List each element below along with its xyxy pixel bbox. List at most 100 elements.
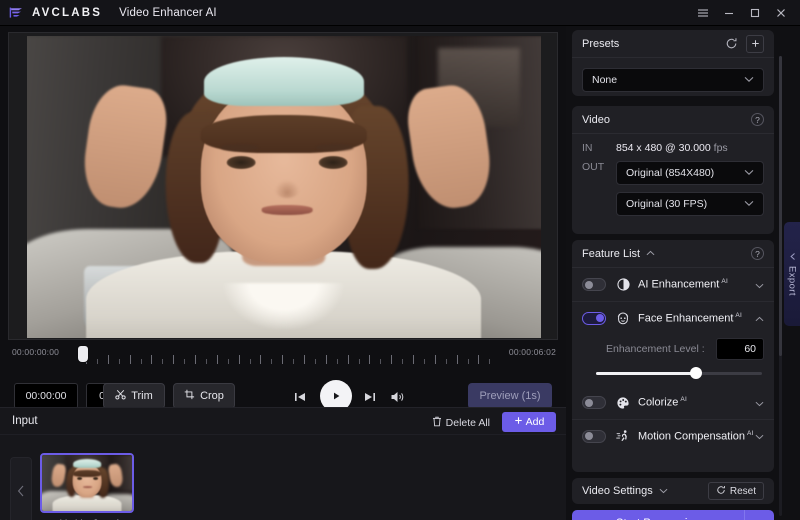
ruler-tick xyxy=(456,355,458,364)
video-in-label: IN xyxy=(582,142,593,154)
ruler-tick xyxy=(216,355,218,364)
input-panel-title: Input xyxy=(12,415,38,427)
output-framerate-value: Original (30 FPS) xyxy=(626,198,708,210)
ruler-tick xyxy=(238,355,240,364)
minimize-icon[interactable] xyxy=(716,0,742,26)
help-icon[interactable]: ? xyxy=(751,247,764,260)
chevron-down-icon[interactable] xyxy=(755,394,764,412)
list-item[interactable]: old-video2.mp4 xyxy=(40,453,134,520)
sidebar-scrollbar[interactable] xyxy=(779,56,782,516)
export-tab[interactable]: Export xyxy=(784,222,800,326)
preset-select[interactable]: None xyxy=(582,68,764,92)
preset-selected-value: None xyxy=(592,74,618,86)
hamburger-menu-icon[interactable] xyxy=(690,0,716,26)
video-thumbnail[interactable] xyxy=(40,453,134,513)
volume-icon[interactable] xyxy=(389,389,407,405)
feature-label: Motion Compensation AI xyxy=(638,430,754,443)
palette-icon xyxy=(616,396,630,410)
feature-row-colorize[interactable]: Colorize AI xyxy=(572,386,774,419)
scrollbar-thumb[interactable] xyxy=(779,56,782,356)
ai-badge: AI xyxy=(747,429,754,437)
ruler-tick xyxy=(489,359,491,364)
start-processing-bar[interactable]: Start Processing xyxy=(572,510,774,520)
timeline[interactable]: 00:00:00:00 00:00:06:02 xyxy=(8,344,558,366)
timecode-field[interactable]: 00:00:00 xyxy=(14,383,78,409)
feature-name-text: Colorize xyxy=(638,396,679,409)
video-preview-stage[interactable] xyxy=(8,32,558,340)
ruler-tick xyxy=(336,359,338,364)
chevron-down-icon xyxy=(744,167,754,179)
reset-button[interactable]: Reset xyxy=(707,482,764,500)
chevron-up-icon[interactable] xyxy=(646,249,655,258)
slider-fill xyxy=(596,372,696,375)
feature-name-text: Motion Compensation xyxy=(638,430,746,443)
toggle-colorize[interactable] xyxy=(582,396,606,409)
add-button[interactable]: Add xyxy=(502,412,556,432)
maximize-icon[interactable] xyxy=(742,0,768,26)
skip-next-icon[interactable] xyxy=(362,389,378,405)
toggle-face-enhancement[interactable] xyxy=(582,311,606,325)
ruler-tick xyxy=(293,359,295,364)
chevron-down-icon[interactable] xyxy=(659,487,668,496)
feature-row-ai-enhancement[interactable]: AI Enhancement AI xyxy=(572,268,774,301)
crop-button[interactable]: Crop xyxy=(173,383,235,409)
ruler-tick xyxy=(173,355,175,364)
timeline-playhead[interactable] xyxy=(78,346,89,362)
reset-label: Reset xyxy=(729,485,756,497)
ruler-tick xyxy=(151,355,153,364)
ruler-tick xyxy=(184,359,186,364)
video-settings-card[interactable]: Video Settings Reset xyxy=(572,478,774,504)
ruler-tick xyxy=(413,355,414,364)
feature-label: AI Enhancement AI xyxy=(638,278,728,291)
help-icon[interactable]: ? xyxy=(751,113,764,126)
skip-previous-icon[interactable] xyxy=(292,389,308,405)
enhancement-level-slider[interactable] xyxy=(596,367,762,380)
chevron-up-icon[interactable] xyxy=(755,309,764,327)
preview-button[interactable]: Preview (1s) xyxy=(468,383,552,409)
ruler-tick xyxy=(205,359,207,364)
toggle-ai-enhancement[interactable] xyxy=(582,278,606,291)
trash-icon xyxy=(432,416,442,430)
close-icon[interactable] xyxy=(768,0,794,26)
ruler-tick xyxy=(195,355,196,364)
feature-label: Face Enhancement AI xyxy=(638,312,742,325)
right-sidebar: Presets None Video ? IN 854 x 480 @ 30.0… xyxy=(566,26,800,520)
feature-list-header[interactable]: Feature List ? xyxy=(572,240,774,268)
app-window: AVCLABS Video Enhancer AI 00:00:00:00 00… xyxy=(0,0,800,520)
timeline-end-time: 00:00:06:02 xyxy=(508,347,556,357)
title-bar: AVCLABS Video Enhancer AI xyxy=(0,0,800,26)
chevron-left-icon[interactable] xyxy=(10,457,32,520)
add-preset-button[interactable] xyxy=(746,34,764,53)
window-controls xyxy=(690,0,800,26)
trim-label: Trim xyxy=(131,390,153,402)
timeline-start-time: 00:00:00:00 xyxy=(12,347,60,357)
trim-button[interactable]: Trim xyxy=(103,383,165,409)
output-resolution-select[interactable]: Original (854X480) xyxy=(616,161,764,185)
toggle-motion-compensation[interactable] xyxy=(582,429,606,443)
output-resolution-value: Original (854X480) xyxy=(626,167,715,179)
slider-thumb[interactable] xyxy=(689,367,702,379)
timeline-ruler[interactable] xyxy=(86,350,494,364)
chevron-up-icon[interactable] xyxy=(744,510,774,520)
ruler-tick xyxy=(249,359,251,364)
ruler-tick xyxy=(445,359,447,364)
ruler-tick xyxy=(380,359,382,364)
delete-all-button[interactable]: Delete All xyxy=(432,414,490,431)
chevron-down-icon[interactable] xyxy=(755,276,764,294)
ruler-tick xyxy=(271,359,273,364)
enhancement-level-field[interactable]: 60 xyxy=(716,338,764,360)
feature-row-motion-compensation[interactable]: Motion Compensation AI xyxy=(572,419,774,452)
feature-name-text: AI Enhancement xyxy=(638,278,720,291)
chevron-down-icon[interactable] xyxy=(755,427,764,445)
crop-icon xyxy=(184,389,195,403)
ai-badge: AI xyxy=(721,278,729,286)
feature-row-face-enhancement[interactable]: Face Enhancement AI xyxy=(572,301,774,334)
video-settings-header[interactable]: Video Settings Reset xyxy=(572,478,774,504)
refresh-icon[interactable] xyxy=(725,37,738,50)
presets-header: Presets xyxy=(572,30,774,58)
presets-title: Presets xyxy=(582,37,620,50)
chevron-down-icon xyxy=(744,198,754,210)
add-label: Add xyxy=(525,416,545,428)
output-framerate-select[interactable]: Original (30 FPS) xyxy=(616,192,764,216)
input-thumbnail-list: old-video2.mp4 xyxy=(0,435,800,520)
